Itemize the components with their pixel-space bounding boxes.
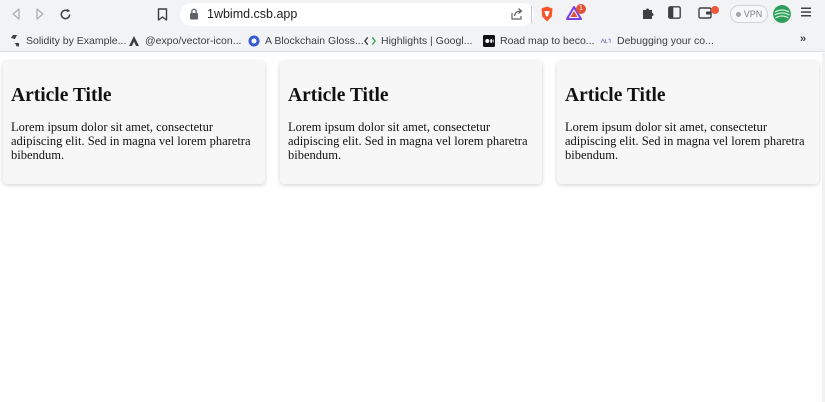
vpn-button[interactable]: VPN: [730, 5, 768, 23]
back-button[interactable]: [5, 3, 27, 25]
article-title: Article Title: [11, 85, 112, 106]
article-card: Article Title Lorem ipsum dolor sit amet…: [557, 61, 819, 184]
page-content: Article Title Lorem ipsum dolor sit amet…: [0, 53, 825, 402]
bookmark-item-highlights[interactable]: Highlights | Googl...: [364, 33, 472, 49]
extensions-puzzle-icon[interactable]: [642, 6, 655, 20]
article-body: Lorem ipsum dolor sit amet, consectetur …: [11, 120, 251, 162]
expo-icon: [128, 35, 140, 47]
bookmark-item-blockchain-glossary[interactable]: A Blockchain Gloss...: [248, 33, 364, 49]
bookmark-item-debugging[interactable]: Debugging your co...: [600, 33, 714, 49]
reload-button[interactable]: [54, 3, 76, 25]
bookmark-item-expo[interactable]: @expo/vector-icon...: [128, 33, 241, 49]
toolbar-divider: [531, 6, 532, 23]
url-text[interactable]: 1wbimd.csb.app: [207, 7, 297, 21]
bookmarks-overflow-button[interactable]: »: [800, 33, 806, 45]
chainlink-icon: [248, 35, 260, 47]
browser-toolbar: 1wbimd.csb.app 1 VPN: [0, 0, 825, 29]
article-title: Article Title: [565, 85, 666, 106]
forward-button[interactable]: [29, 3, 51, 25]
menu-icon[interactable]: [800, 5, 812, 19]
bookmark-label: Road map to beco...: [500, 35, 595, 47]
solidity-icon: [9, 35, 21, 47]
article-title: Article Title: [288, 85, 389, 106]
reload-icon: [60, 8, 70, 19]
bookmark-label: Highlights | Googl...: [381, 35, 473, 47]
bookmarks-bar: Solidity by Example... @expo/vector-icon…: [0, 29, 825, 52]
back-arrow-icon: [12, 8, 20, 20]
vpn-status-dot: [735, 11, 741, 17]
sidebar-toggle-icon[interactable]: [668, 6, 681, 19]
article-card: Article Title Lorem ipsum dolor sit amet…: [280, 61, 542, 184]
bookmark-label: Solidity by Example...: [26, 35, 127, 47]
bookmark-item-solidity[interactable]: Solidity by Example...: [9, 33, 126, 49]
medium-icon: [483, 35, 495, 47]
forward-arrow-icon: [36, 8, 44, 20]
bookmark-icon: [157, 7, 167, 21]
article-body: Lorem ipsum dolor sit amet, consectetur …: [288, 120, 528, 162]
article-body: Lorem ipsum dolor sit amet, consectetur …: [565, 120, 805, 162]
share-icon[interactable]: [510, 7, 524, 21]
bookmark-item-road-map[interactable]: Road map to beco...: [483, 33, 595, 49]
profile-avatar-icon: [773, 5, 791, 23]
lock-icon[interactable]: [189, 8, 199, 20]
bookmark-label: Debugging your co...: [617, 35, 714, 47]
bookmark-label: A Blockchain Gloss...: [265, 35, 364, 47]
rewards-badge: 1: [576, 4, 586, 14]
bookmark-label: @expo/vector-icon...: [145, 35, 242, 47]
code-icon: [364, 35, 376, 47]
brave-shield-icon[interactable]: [540, 6, 554, 22]
bookmark-page-button[interactable]: [151, 3, 173, 25]
vpn-label: VPN: [743, 9, 763, 19]
wallet-notification-dot: [711, 6, 719, 14]
profile-avatar[interactable]: [773, 5, 791, 23]
debug-icon: [600, 35, 612, 47]
address-bar[interactable]: 1wbimd.csb.app: [180, 3, 534, 26]
article-card: Article Title Lorem ipsum dolor sit amet…: [3, 61, 265, 184]
